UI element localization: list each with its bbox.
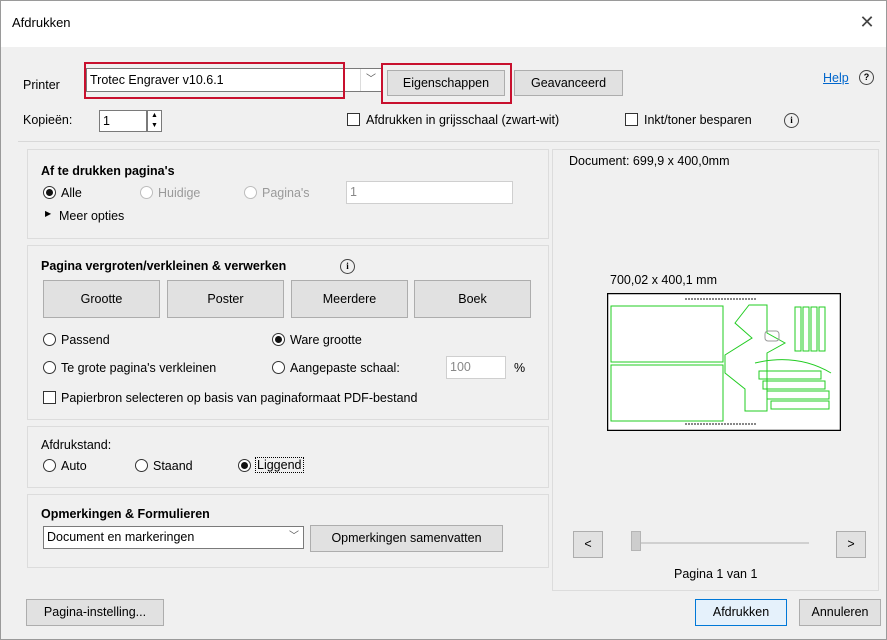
sizing-heading: Pagina vergroten/verkleinen & verwerken bbox=[41, 259, 287, 273]
chevron-down-icon[interactable]: ﹀ bbox=[360, 69, 381, 91]
custom-scale-radio[interactable] bbox=[272, 361, 285, 374]
printer-select[interactable]: Trotec Engraver v10.6.1 ﹀ bbox=[86, 68, 382, 92]
next-page-button[interactable]: > bbox=[836, 531, 866, 558]
grayscale-checkbox[interactable] bbox=[347, 113, 360, 126]
cancel-button[interactable]: Annuleren bbox=[799, 599, 881, 626]
page-size-label: 700,02 x 400,1 mm bbox=[610, 273, 718, 287]
page-setup-button[interactable]: Pagina-instelling... bbox=[26, 599, 164, 626]
copies-stepper[interactable]: ▲ ▼ bbox=[147, 110, 162, 132]
orientation-auto-label: Auto bbox=[61, 459, 87, 473]
printer-value: Trotec Engraver v10.6.1 bbox=[90, 73, 224, 87]
window-title: Afdrukken bbox=[12, 15, 71, 30]
advanced-button[interactable]: Geavanceerd bbox=[514, 70, 623, 96]
document-size-label: Document: 699,9 x 400,0mm bbox=[569, 154, 730, 168]
poster-button[interactable]: Poster bbox=[167, 280, 284, 318]
page-indicator: Pagina 1 van 1 bbox=[674, 567, 758, 581]
size-button[interactable]: Grootte bbox=[43, 280, 160, 318]
copies-label: Kopieën: bbox=[23, 113, 73, 127]
fit-radio[interactable] bbox=[43, 333, 56, 346]
page-preview bbox=[607, 293, 841, 431]
info-icon[interactable]: i bbox=[340, 259, 355, 274]
shrink-label: Te grote pagina's verkleinen bbox=[61, 361, 217, 375]
chevron-down-icon[interactable]: ﹀ bbox=[285, 527, 303, 548]
multiple-button[interactable]: Meerdere bbox=[291, 280, 408, 318]
percent-label: % bbox=[514, 361, 526, 375]
pages-range-radio[interactable] bbox=[244, 186, 257, 199]
booklet-button[interactable]: Boek bbox=[414, 280, 531, 318]
print-button[interactable]: Afdrukken bbox=[695, 599, 787, 626]
paper-source-label: Papierbron selecteren op basis van pagin… bbox=[61, 391, 418, 405]
pages-heading: Af te drukken pagina's bbox=[41, 164, 175, 178]
close-icon[interactable]: ✕ bbox=[856, 10, 878, 34]
page-slider-track[interactable] bbox=[631, 542, 809, 544]
grayscale-label: Afdrukken in grijsschaal (zwart-wit) bbox=[366, 113, 560, 127]
help-link[interactable]: Help bbox=[823, 71, 849, 85]
scale-input[interactable]: 100 bbox=[446, 356, 506, 379]
custom-scale-label: Aangepaste schaal: bbox=[290, 361, 400, 375]
ink-save-label: Inkt/toner besparen bbox=[644, 113, 752, 127]
orientation-landscape-radio[interactable] bbox=[238, 459, 251, 472]
print-dialog: Afdrukken ✕ Printer Trotec Engraver v10.… bbox=[0, 0, 887, 640]
page-slider-thumb[interactable] bbox=[631, 531, 641, 551]
pages-all-radio[interactable] bbox=[43, 186, 56, 199]
pages-current-radio[interactable] bbox=[140, 186, 153, 199]
properties-button[interactable]: Eigenschappen bbox=[387, 70, 505, 96]
expand-triangle-icon[interactable]: ▶ bbox=[45, 209, 51, 218]
copies-input[interactable]: 1 bbox=[99, 110, 147, 132]
paper-source-checkbox[interactable] bbox=[43, 391, 56, 404]
fit-label: Passend bbox=[61, 333, 110, 347]
comments-select[interactable]: Document en markeringen ﹀ bbox=[43, 526, 304, 549]
title-bar: Afdrukken ✕ bbox=[1, 1, 886, 47]
orientation-portrait-label: Staand bbox=[153, 459, 193, 473]
comments-heading: Opmerkingen & Formulieren bbox=[41, 507, 210, 521]
help-icon[interactable]: ? bbox=[859, 70, 874, 85]
pages-current-label: Huidige bbox=[158, 186, 201, 200]
orientation-landscape-label: Liggend bbox=[255, 457, 304, 473]
orientation-auto-radio[interactable] bbox=[43, 459, 56, 472]
orientation-heading: Afdrukstand: bbox=[41, 438, 112, 452]
pages-all-label: Alle bbox=[61, 186, 82, 200]
divider bbox=[18, 141, 880, 142]
more-options-link[interactable]: Meer opties bbox=[59, 209, 124, 223]
pages-range-label: Pagina's bbox=[262, 186, 310, 200]
prev-page-button[interactable]: < bbox=[573, 531, 603, 558]
shrink-radio[interactable] bbox=[43, 361, 56, 374]
comments-select-value: Document en markeringen bbox=[47, 530, 195, 544]
ink-save-checkbox[interactable] bbox=[625, 113, 638, 126]
summarize-comments-button[interactable]: Opmerkingen samenvatten bbox=[310, 525, 503, 552]
pages-range-input[interactable]: 1 bbox=[346, 181, 513, 204]
info-icon[interactable]: i bbox=[784, 113, 799, 128]
actual-size-radio[interactable] bbox=[272, 333, 285, 346]
printer-label: Printer bbox=[23, 78, 60, 92]
orientation-portrait-radio[interactable] bbox=[135, 459, 148, 472]
actual-size-label: Ware grootte bbox=[290, 333, 362, 347]
